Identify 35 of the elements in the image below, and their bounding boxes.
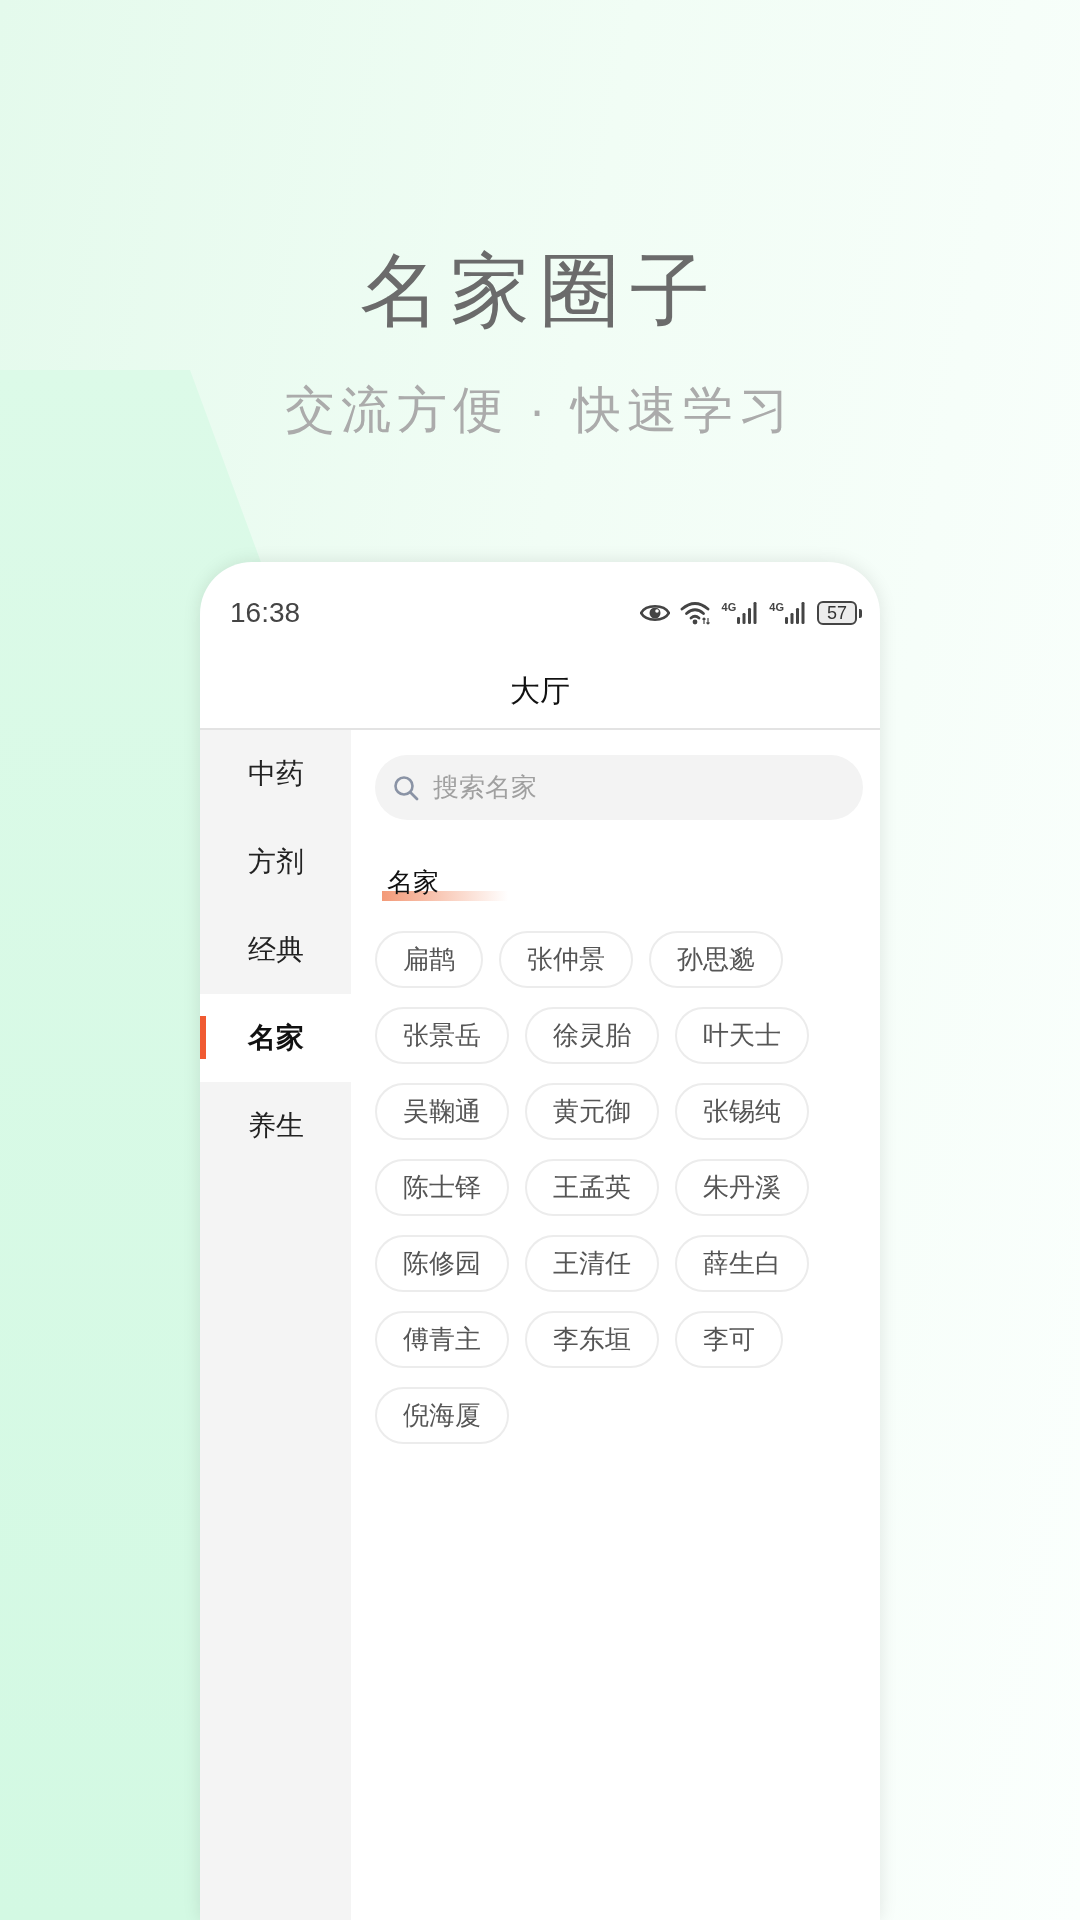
- name-tag[interactable]: 陈士铎: [375, 1159, 509, 1216]
- name-tag[interactable]: 朱丹溪: [675, 1159, 809, 1216]
- battery-indicator: 57: [816, 601, 862, 625]
- name-tag[interactable]: 张锡纯: [675, 1083, 809, 1140]
- wifi-icon: [679, 601, 712, 625]
- name-tag[interactable]: 黄元御: [525, 1083, 659, 1140]
- section-title: 名家: [387, 867, 439, 897]
- name-tag[interactable]: 傅青主: [375, 1311, 509, 1368]
- page-title: 大厅: [510, 672, 570, 709]
- active-indicator: [200, 1016, 206, 1059]
- search-icon: [393, 775, 419, 801]
- name-tag[interactable]: 李东垣: [525, 1311, 659, 1368]
- search-field[interactable]: 搜索名家: [375, 755, 863, 820]
- name-tag[interactable]: 吴鞠通: [375, 1083, 509, 1140]
- category-tab[interactable]: 名家: [200, 994, 351, 1082]
- name-tag[interactable]: 李可: [675, 1311, 783, 1368]
- name-tag[interactable]: 孙思邈: [649, 931, 783, 988]
- network-type-label: 4G: [769, 602, 784, 613]
- signal-bars-icon: [737, 602, 760, 624]
- signal-bars-icon: [784, 602, 807, 624]
- hero-subtitle: 交流方便 · 快速学习: [284, 381, 796, 440]
- name-tag[interactable]: 倪海厦: [375, 1387, 509, 1444]
- eye-icon: [639, 603, 670, 623]
- status-time: 16:38: [230, 596, 301, 630]
- name-tag[interactable]: 徐灵胎: [525, 1007, 659, 1064]
- hero-title: 名家圈子: [360, 247, 720, 335]
- name-tag[interactable]: 陈修园: [375, 1235, 509, 1292]
- name-tag[interactable]: 薛生白: [675, 1235, 809, 1292]
- name-tag[interactable]: 扁鹊: [375, 931, 483, 988]
- network-type-label: 4G: [721, 602, 737, 613]
- name-tag[interactable]: 王清任: [525, 1235, 659, 1292]
- name-tag[interactable]: 叶天士: [675, 1007, 809, 1064]
- name-tag[interactable]: 王孟英: [525, 1159, 659, 1216]
- name-tag[interactable]: 张仲景: [499, 931, 633, 988]
- name-tag[interactable]: 张景岳: [375, 1007, 509, 1064]
